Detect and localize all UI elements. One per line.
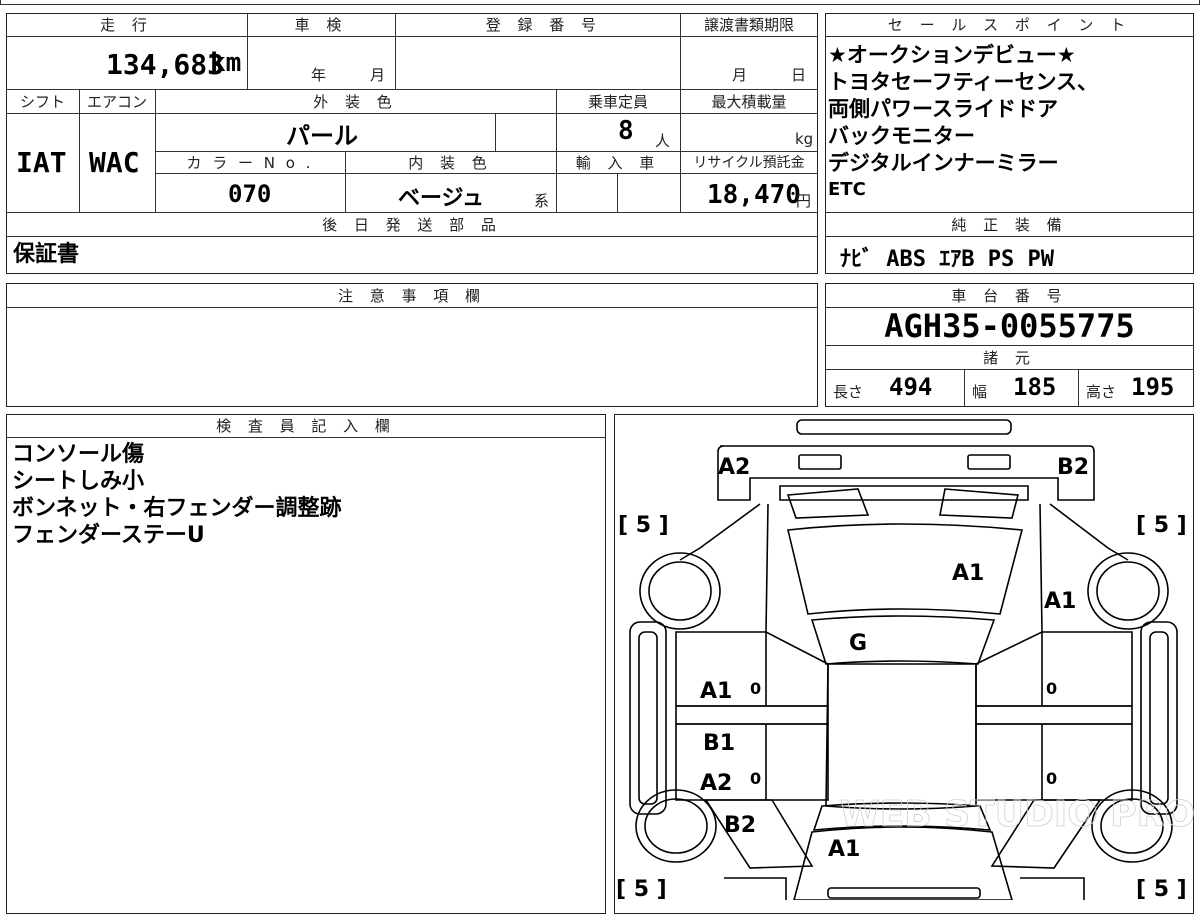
exterior-color-header: 外 装 色 [313, 92, 398, 111]
mark-windshield: G [849, 631, 867, 656]
zero-mark: 0 [750, 679, 761, 698]
height-value: 195 [1131, 373, 1175, 401]
right-rear-door [975, 723, 1133, 801]
rear-bumper [724, 877, 1085, 900]
tire-label-front-left: [ 5 ] [618, 513, 669, 538]
inspector-header: 検 査 員 記 入 欄 [216, 417, 396, 435]
registration-header: 登 録 番 号 [485, 16, 602, 34]
zero-mark: 0 [1046, 769, 1057, 788]
interior-color-header: 内 装 色 [408, 153, 493, 172]
left-center-pillar [675, 705, 829, 725]
inspector-line: ボンネット・右フェンダー調整跡 [12, 496, 342, 521]
mark-left-front-door: A1 [700, 679, 732, 704]
top-strip [0, 0, 1200, 5]
right-side-step [1140, 621, 1178, 815]
right-body-outline [1049, 503, 1129, 561]
later-parts-value: 保証書 [13, 242, 80, 267]
front-bumper-bar [796, 419, 1012, 435]
mark-front-left-bumper: A2 [718, 455, 750, 480]
windshield [810, 615, 996, 665]
chassis-number: AGH35-0055775 [884, 307, 1135, 345]
inspection-month: 月 [370, 66, 386, 84]
interior-color-suffix: 系 [534, 192, 550, 210]
recycle-unit: 円 [796, 192, 812, 210]
front-left-tire [639, 552, 721, 630]
mark-left-rear-door-upper: B1 [703, 731, 735, 756]
equipment-header: 純 正 装 備 [951, 215, 1068, 234]
headlight-left [786, 488, 870, 519]
sales-points-header: セ ー ル ス ポ イ ン ト [887, 16, 1132, 34]
width-label: 幅 [972, 383, 988, 401]
mark-bonnet: A1 [952, 561, 984, 586]
transfer-month: 月 [732, 66, 748, 84]
interior-color-value: ベージュ [398, 186, 485, 211]
equipment-value: ﾅﾋﾞ ABS ｴｱB PS PW [840, 247, 1054, 272]
left-rear-quarter [704, 799, 814, 869]
zero-mark: 0 [1046, 679, 1057, 698]
transfer-deadline-header: 譲渡書類期限 [703, 16, 794, 34]
tire-label-rear-left: [ 5 ] [616, 877, 667, 900]
chassis-header: 車 台 番 号 [951, 286, 1068, 305]
sales-point-line: 両側パワースライドドア [828, 97, 1058, 121]
max-load-unit: kg [795, 130, 814, 148]
front-bumper [717, 445, 1095, 501]
mark-front-right-bumper: B2 [1057, 455, 1089, 480]
import-header: 輸 入 車 [575, 153, 661, 172]
roof [825, 663, 977, 810]
recycle-header: リサイクル預託金 [693, 155, 805, 171]
max-load-header: 最大積載量 [711, 92, 787, 111]
later-parts-header: 後 日 発 送 部 品 [322, 215, 502, 234]
mileage-value: 134,683 [106, 48, 225, 81]
mileage-unit: km [210, 48, 242, 78]
height-label: 高さ [1086, 383, 1117, 401]
mark-left-rear-door-lower: A2 [700, 771, 732, 796]
right-center-pillar [975, 705, 1133, 725]
shift-value: IAT [16, 146, 67, 179]
tire-label-front-right: [ 5 ] [1136, 513, 1187, 538]
mark-right-front-fender: A1 [1044, 589, 1076, 614]
mark-left-rear-quarter: B2 [724, 813, 756, 838]
sales-point-line: デジタルインナーミラー [828, 151, 1059, 175]
left-rear-door [675, 723, 829, 801]
length-value: 494 [889, 373, 933, 401]
shift-header: シフト [19, 92, 65, 111]
zero-mark: 0 [750, 769, 761, 788]
inspector-line: コンソール傷 [12, 442, 145, 467]
sales-point-line: バックモニター [828, 124, 975, 148]
capacity-header: 乗車定員 [587, 92, 648, 111]
inspector-line: シートしみ小 [12, 469, 145, 494]
rear-bumper-step [827, 887, 981, 899]
watermark: WEB STUDIO PRO [840, 794, 1194, 835]
inspection-header: 車 検 [294, 16, 348, 34]
headlight-right [939, 488, 1020, 519]
ac-header: エアコン [86, 92, 147, 111]
fog-lamp-left [798, 454, 842, 470]
left-side-step [629, 621, 667, 815]
recycle-value: 18,470 [707, 180, 801, 210]
width-value: 185 [1013, 373, 1057, 401]
ac-value: WAC [89, 146, 140, 179]
exterior-color-value: パール [286, 122, 358, 150]
sales-point-line: トヨタセーフティーセンス、 [828, 70, 1099, 94]
left-body-outline [679, 503, 761, 561]
tire-label-rear-right: [ 5 ] [1136, 877, 1187, 900]
spec-header: 諸 元 [983, 348, 1036, 367]
inspection-year: 年 [311, 66, 327, 84]
fog-lamp-right [967, 454, 1011, 470]
notes-header: 注 意 事 項 欄 [337, 286, 487, 305]
color-no-value: 070 [228, 180, 272, 208]
mark-rear-hatch: A1 [828, 837, 860, 862]
color-no-header: カ ラ ー N o . [186, 153, 314, 172]
inspector-line: フェンダーステーU [12, 523, 205, 548]
bonnet [787, 523, 1024, 615]
capacity-value: 8 [618, 116, 634, 146]
length-label: 長さ [833, 383, 864, 401]
capacity-unit: 人 [655, 132, 671, 150]
car-damage-diagram: WEB STUDIO PRO [ 5 ] [ 5 ] [ 5 ] [ 5 ] 0… [616, 419, 1194, 900]
mileage-header: 走 行 [100, 16, 153, 34]
sales-point-line: ETC [828, 179, 866, 200]
sales-point-line: ★オークションデビュー★ [828, 43, 1076, 67]
transfer-day: 日 [791, 66, 807, 84]
front-right-tire [1087, 552, 1169, 630]
